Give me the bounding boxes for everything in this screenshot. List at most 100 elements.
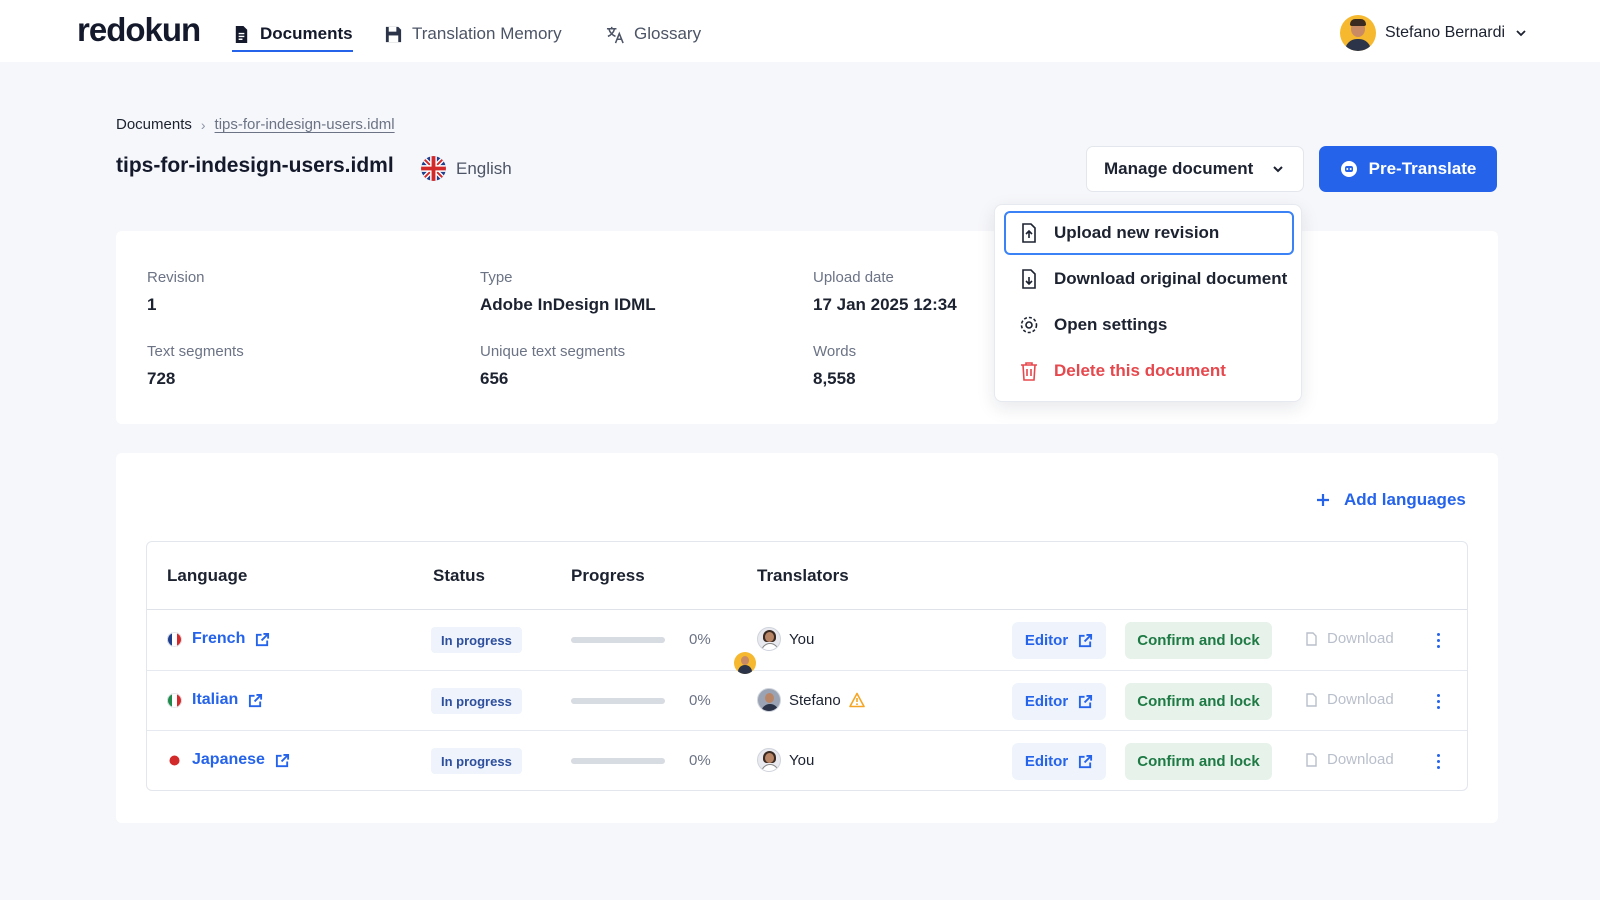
confirm-and-lock-button[interactable]: Confirm and lock: [1125, 743, 1272, 780]
menu-item-label: Download original document: [1054, 269, 1288, 288]
chevron-right-icon: ›: [200, 116, 206, 133]
external-link-icon: [1079, 694, 1093, 709]
more-options-icon[interactable]: [1428, 749, 1448, 773]
more-options-icon[interactable]: [1428, 689, 1448, 713]
nav-tab-label: Translation Memory: [412, 24, 562, 43]
page-title: tips-for-indesign-users.idml: [116, 154, 394, 177]
download-label: Download: [1327, 691, 1394, 708]
upload-file-icon: [1022, 223, 1036, 243]
text-segments-value: 728: [147, 369, 176, 388]
language-name: French: [192, 630, 246, 647]
pre-translate-label: Pre-Translate: [1368, 159, 1477, 178]
progress-bar: [571, 698, 665, 704]
source-language-label: English: [456, 158, 512, 178]
japan-flag-icon: [167, 752, 182, 768]
breadcrumb: Documents › tips-for-indesign-users.idml: [116, 116, 395, 133]
download-button[interactable]: Download: [1304, 691, 1394, 708]
nav-tab-glossary[interactable]: Glossary: [606, 17, 701, 51]
nav-tab-label: Documents: [260, 24, 353, 43]
gear-icon: [1020, 316, 1038, 334]
language-link-french[interactable]: French: [167, 630, 270, 648]
translator: You: [757, 627, 814, 651]
language-name: Japanese: [192, 751, 265, 768]
progress-percent: 0%: [689, 752, 711, 769]
menu-item-label: Open settings: [1054, 315, 1168, 334]
add-languages-button[interactable]: Add languages: [1316, 490, 1466, 510]
nav-tab-label: Glossary: [634, 24, 702, 43]
column-header-language: Language: [167, 566, 248, 585]
translator-name: You: [789, 751, 815, 769]
translator: You: [757, 748, 814, 772]
menu-item-upload-revision[interactable]: Upload new revision: [1004, 211, 1294, 255]
translator-name: Stefano: [789, 691, 841, 709]
words-label: Words: [813, 343, 857, 360]
more-options-icon[interactable]: [1428, 628, 1448, 652]
manage-document-button[interactable]: Manage document: [1086, 146, 1304, 192]
editor-button[interactable]: Editor: [1012, 743, 1106, 780]
editor-label: Editor: [1024, 753, 1069, 770]
plus-icon: [1317, 494, 1329, 506]
languages-table: Language Status Progress Translators Fre…: [146, 541, 1468, 791]
breadcrumb-documents-link[interactable]: Documents: [116, 116, 192, 133]
upload-date-label: Upload date: [813, 269, 894, 286]
language-link-japanese[interactable]: Japanese: [167, 751, 290, 769]
table-row: Japanese In progress 0% You Editor Confi…: [147, 731, 1467, 791]
robot-icon: [1340, 161, 1357, 177]
translator: Stefano: [757, 688, 865, 712]
breadcrumb-current-document[interactable]: tips-for-indesign-users.idml: [215, 116, 395, 133]
nav-tab-documents[interactable]: Documents: [232, 17, 353, 52]
download-file-icon: [1022, 269, 1036, 289]
revision-value: 1: [147, 295, 157, 314]
translator-avatar: [757, 688, 781, 712]
column-header-progress: Progress: [571, 566, 645, 585]
column-header-translators: Translators: [757, 566, 849, 585]
menu-item-download-original[interactable]: Download original document: [1004, 257, 1294, 301]
file-icon: [1306, 692, 1317, 707]
status-badge: In progress: [431, 688, 522, 714]
language-link-italian[interactable]: Italian: [167, 691, 263, 709]
unique-segments-value: 656: [480, 369, 509, 388]
menu-item-open-settings[interactable]: Open settings: [1004, 303, 1294, 347]
confirm-and-lock-button[interactable]: Confirm and lock: [1125, 622, 1272, 659]
words-value: 8,558: [813, 369, 856, 388]
unique-segments-label: Unique text segments: [480, 343, 626, 360]
language-name: Italian: [192, 691, 239, 708]
save-disk-icon: [385, 26, 402, 42]
top-navigation-bar: redokun Documents Translation Memory Glo…: [0, 0, 1600, 62]
confirm-and-lock-button[interactable]: Confirm and lock: [1125, 683, 1272, 720]
external-link-icon: [256, 632, 270, 646]
external-link-icon: [1079, 633, 1093, 648]
table-row: French In progress 0% You Editor Confirm…: [147, 610, 1467, 670]
editor-button[interactable]: Editor: [1012, 622, 1106, 659]
column-header-status: Status: [433, 566, 485, 585]
collaborator-cursor-avatar: [734, 652, 756, 674]
menu-item-label: Delete this document: [1054, 361, 1226, 380]
editor-label: Editor: [1024, 693, 1069, 710]
translator-avatar: [757, 627, 781, 651]
download-button[interactable]: Download: [1304, 751, 1394, 768]
uk-flag-icon: [421, 156, 446, 181]
menu-item-delete-document[interactable]: Delete this document: [1004, 349, 1294, 393]
redokun-logo[interactable]: redokun: [77, 11, 201, 49]
warning-icon[interactable]: [848, 692, 865, 708]
table-row: Italian In progress 0% Stefano Editor Co…: [147, 671, 1467, 731]
download-button[interactable]: Download: [1304, 630, 1394, 647]
progress-bar: [571, 637, 665, 643]
status-badge: In progress: [431, 627, 522, 653]
document-icon: [235, 25, 248, 43]
user-menu[interactable]: Stefano Bernardi: [1340, 14, 1528, 52]
type-value: Adobe InDesign IDML: [480, 295, 656, 314]
translate-icon: [606, 26, 624, 43]
nav-tab-translation-memory[interactable]: Translation Memory: [384, 17, 562, 51]
editor-button[interactable]: Editor: [1012, 683, 1106, 720]
pre-translate-button[interactable]: Pre-Translate: [1319, 146, 1497, 192]
status-badge: In progress: [431, 748, 522, 774]
text-segments-label: Text segments: [147, 343, 244, 360]
chevron-down-icon: [1273, 166, 1283, 173]
add-languages-label: Add languages: [1344, 490, 1466, 509]
editor-label: Editor: [1024, 632, 1069, 649]
file-icon: [1306, 752, 1317, 767]
download-label: Download: [1327, 751, 1394, 768]
revision-label: Revision: [147, 269, 205, 286]
external-link-icon: [1079, 754, 1093, 769]
